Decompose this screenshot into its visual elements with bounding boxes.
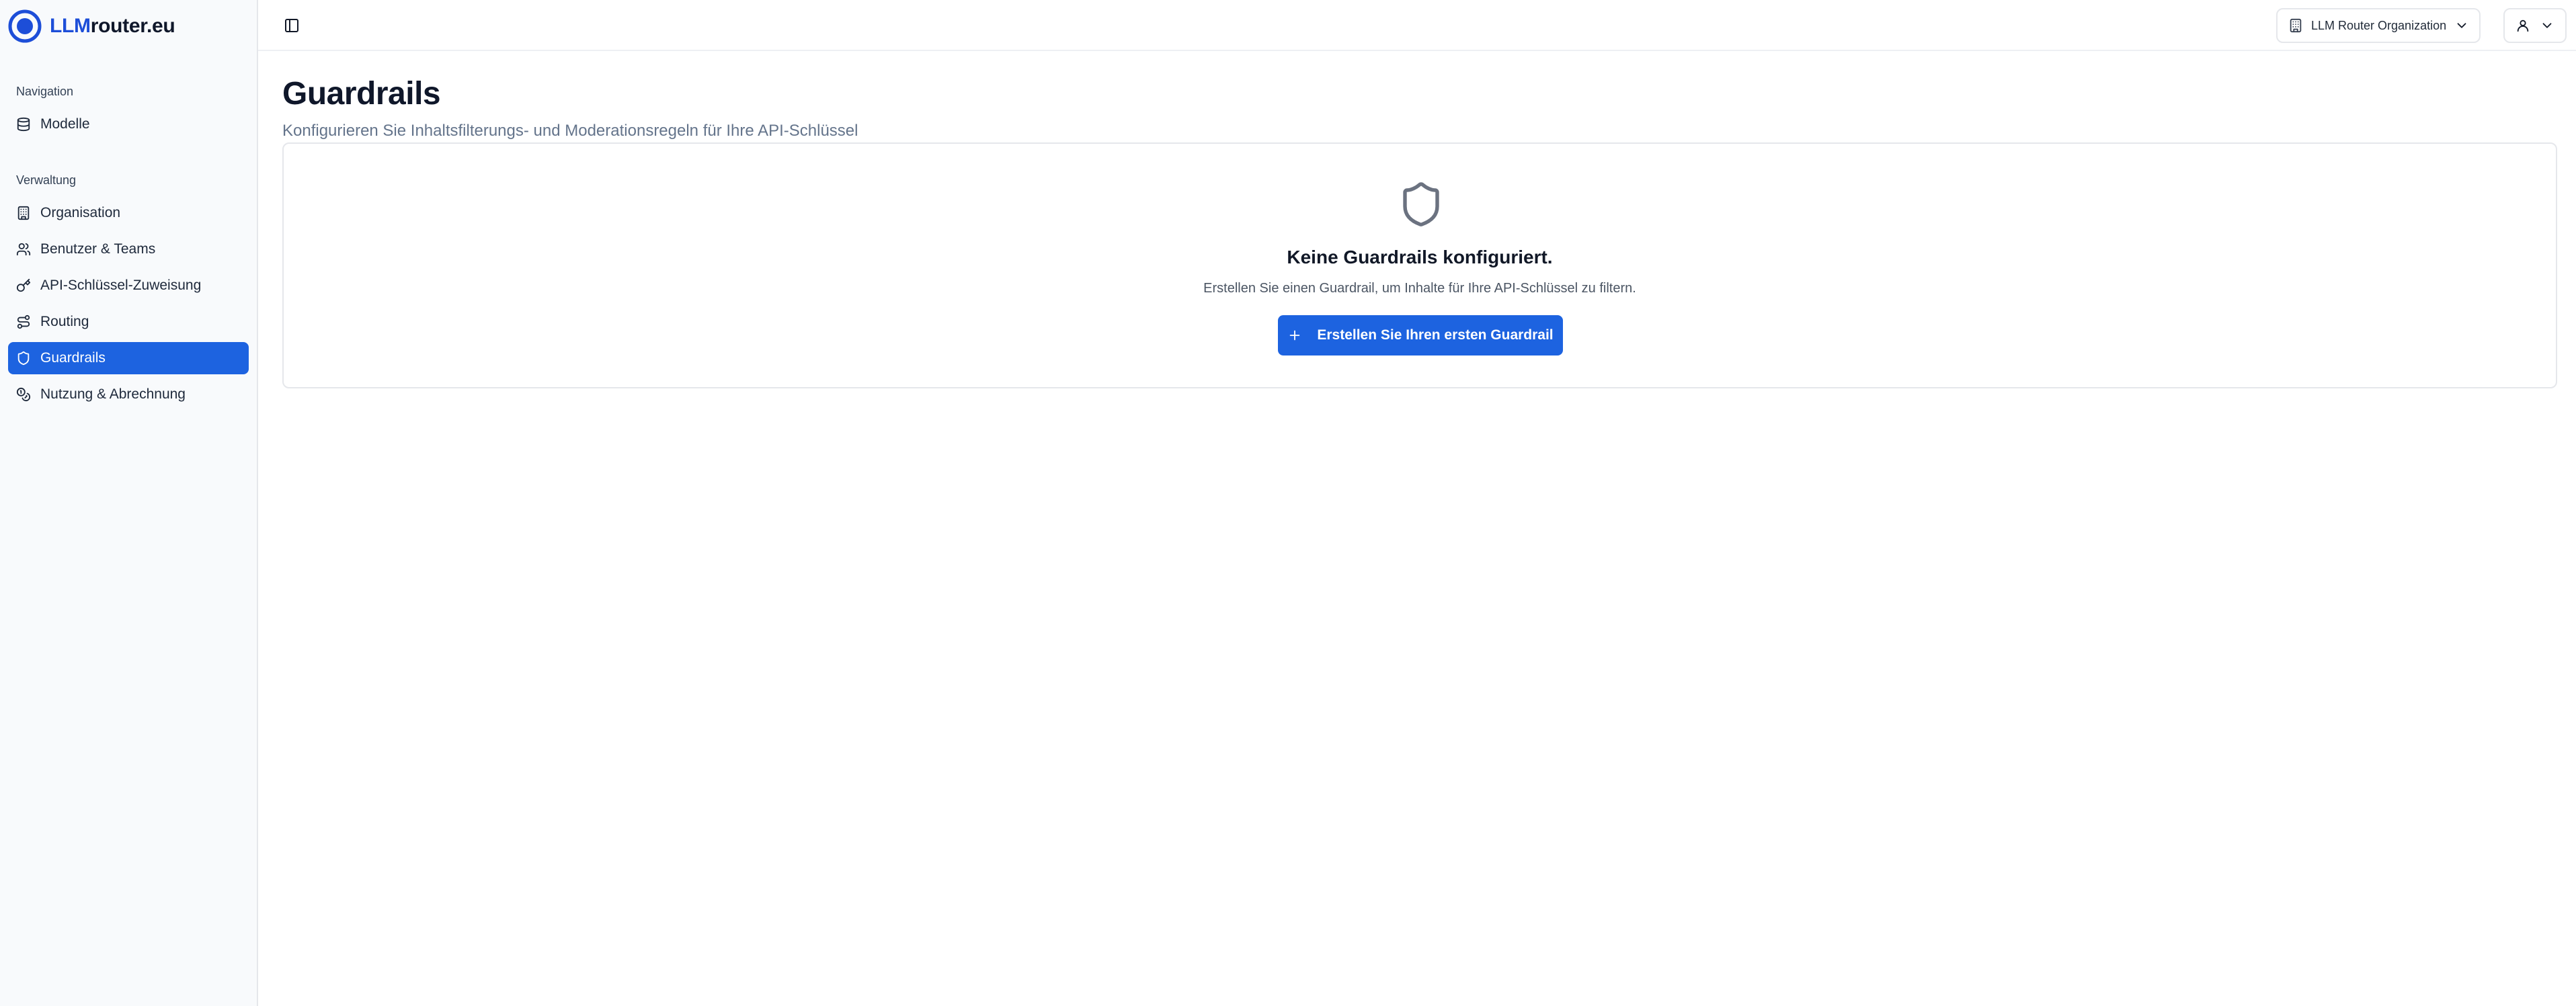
user-icon [2517, 19, 2529, 32]
sidebar-item-api-schluessel-zuweisung[interactable]: API-Schlüssel-Zuweisung [8, 269, 249, 302]
empty-state-description: Erstellen Sie einen Guardrail, um Inhalt… [1203, 281, 1636, 296]
plus-icon [1290, 330, 1300, 341]
brand-logo-icon [8, 9, 42, 43]
sidebar-item-modelle[interactable]: Modelle [8, 108, 249, 140]
organization-name: LLM Router Organization [2311, 18, 2447, 32]
sidebar-item-label: Guardrails [40, 350, 106, 366]
users-icon [16, 243, 31, 256]
sidebar-item-guardrails[interactable]: Guardrails [8, 342, 249, 374]
sidebar-item-label: Routing [40, 314, 89, 329]
brand-logo-link[interactable]: LLMrouter.eu [8, 8, 175, 44]
sidebar-item-organisation[interactable]: Organisation [8, 197, 249, 229]
key-icon [16, 278, 31, 292]
top-bar: LLM Router Organization [258, 0, 2576, 51]
sidebar-toggle-button[interactable] [278, 12, 305, 39]
page-title: Guardrails [282, 76, 441, 112]
chevron-down-icon [2457, 23, 2466, 28]
sidebar-item-label: Modelle [40, 116, 90, 132]
sidebar: LLMrouter.eu Navigation Modelle Verwaltu… [0, 0, 258, 1006]
sidebar-section-verwaltung: Verwaltung [16, 173, 77, 187]
empty-state-title: Keine Guardrails konfiguriert. [1287, 247, 1553, 267]
sidebar-item-routing[interactable]: Routing [8, 306, 249, 338]
user-menu-button[interactable] [2503, 8, 2567, 43]
create-button-label: Erstellen Sie Ihren ersten Guardrail [1317, 327, 1554, 343]
main-content: LLM Router Organization Guardrails Konfi… [258, 0, 2576, 1006]
chevron-down-icon [2542, 23, 2552, 28]
sidebar-item-benutzer-teams[interactable]: Benutzer & Teams [8, 233, 249, 265]
brand-name-rest: router.eu [90, 15, 175, 37]
page-subtitle: Konfigurieren Sie Inhaltsfilterungs- und… [282, 122, 858, 140]
app-root: LLMrouter.eu Navigation Modelle Verwaltu… [0, 0, 2576, 1006]
sidebar-item-label: Nutzung & Abrechnung [40, 386, 186, 402]
brand-name-accent: LLM [50, 15, 91, 37]
panel-left-icon [285, 19, 298, 32]
shield-icon [17, 351, 30, 366]
guardrails-empty-state-card: Keine Guardrails konfiguriert. Erstellen… [282, 142, 2557, 388]
shield-icon [1403, 182, 1439, 226]
brand-name: LLMrouter.eu [50, 15, 175, 38]
building-icon [2290, 18, 2302, 33]
building-icon [17, 206, 30, 220]
coins-icon [16, 387, 30, 402]
sidebar-item-label: API-Schlüssel-Zuweisung [40, 278, 202, 293]
sidebar-item-nutzung-abrechnung[interactable]: Nutzung & Abrechnung [8, 378, 249, 411]
route-icon [17, 315, 30, 329]
create-first-guardrail-button[interactable]: Erstellen Sie Ihren ersten Guardrail [1278, 315, 1563, 355]
sidebar-section-navigation: Navigation [16, 85, 74, 98]
sidebar-item-label: Benutzer & Teams [40, 241, 156, 257]
database-icon [17, 117, 30, 132]
organization-selector[interactable]: LLM Router Organization [2276, 8, 2481, 43]
sidebar-item-label: Organisation [40, 205, 121, 220]
